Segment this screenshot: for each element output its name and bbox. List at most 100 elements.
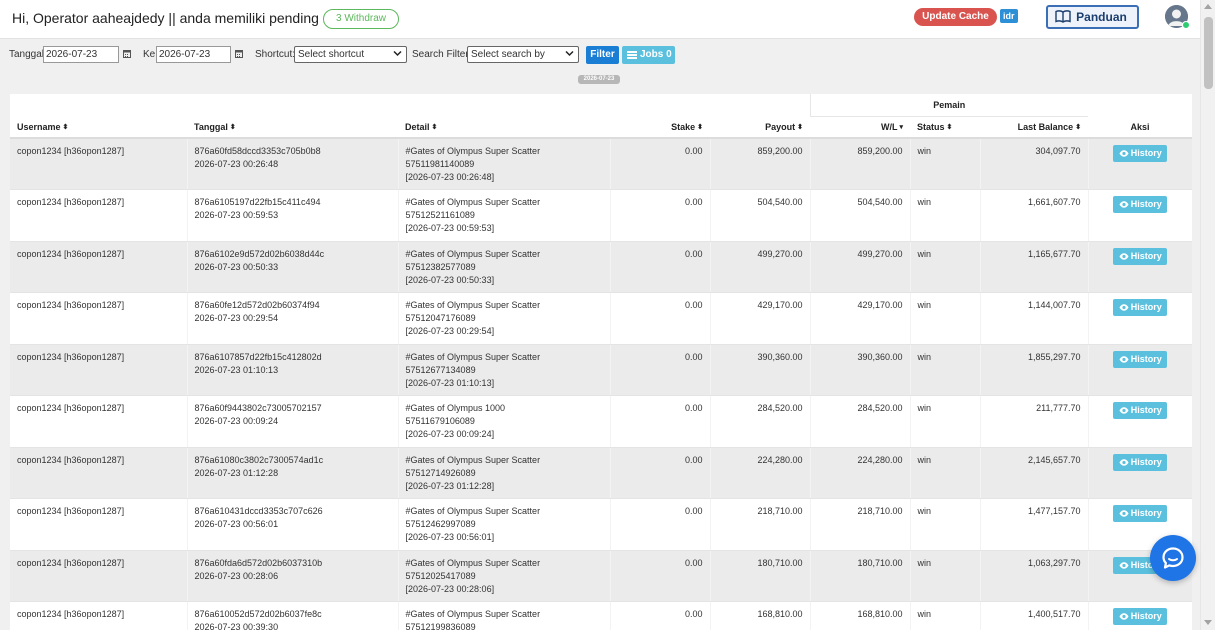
transaction-time: 2026-07-23 00:59:53 xyxy=(194,210,279,221)
search-filter-select[interactable]: Select search by xyxy=(467,46,579,63)
cell-username: copon1234 [h36opon1287] xyxy=(10,241,187,293)
pending-withdraw-button[interactable]: 3 Withdraw xyxy=(323,9,400,29)
transaction-id: 876a60fda6d572d02b6037310b xyxy=(194,557,323,568)
cell-payout: 180,710.00 xyxy=(709,550,811,602)
search-filter-label: Search Filter: xyxy=(412,49,472,60)
cell-tanggal: 876a6102e9d572d02b6038d44c 2026-07-23 00:… xyxy=(186,241,398,293)
col-payout[interactable]: Payout ⬍ xyxy=(710,116,811,139)
history-button[interactable]: History xyxy=(1113,505,1168,522)
cell-last-balance: 1,477,157.70 xyxy=(979,498,1089,551)
game-name: #Gates of Olympus Super Scatter xyxy=(405,197,541,207)
game-name: #Gates of Olympus 1000 xyxy=(405,403,506,413)
col-detail[interactable]: Detail ⬍ xyxy=(398,116,610,139)
chevron-down-icon xyxy=(393,50,402,57)
col-status[interactable]: Status ⬍ xyxy=(910,116,981,139)
chevron-down-icon xyxy=(565,50,574,57)
history-button[interactable]: History xyxy=(1113,350,1168,368)
round-id: 57512025417089 xyxy=(405,570,476,581)
table-row: copon1234 [h36opon1287] 876a6102e9d572d02… xyxy=(10,241,1192,293)
sort-icon: ⬍ xyxy=(1075,123,1082,131)
scroll-thumb[interactable] xyxy=(1204,17,1213,89)
table-row: copon1234 [h36opon1287] 876a60fe12d572d02… xyxy=(10,292,1192,345)
cell-username: copon1234 [h36opon1287] xyxy=(10,344,187,396)
table-row: copon1234 [h36opon1287] 876a6105197d22fb1… xyxy=(10,189,1192,242)
cell-detail: #Gates of Olympus Super Scatter 575127149… xyxy=(397,447,610,499)
scroll-up-arrow[interactable] xyxy=(1204,4,1212,9)
round-time: [2026-07-23 01:12:28] xyxy=(405,480,495,491)
cell-status: win xyxy=(909,395,981,448)
cell-last-balance: 1,400,517.70 xyxy=(979,601,1089,630)
history-button[interactable]: History xyxy=(1113,453,1168,471)
round-time: [2026-07-23 00:28:06] xyxy=(405,583,495,594)
tanggal-label: Tanggal xyxy=(9,49,45,60)
cell-status: win xyxy=(909,138,981,190)
col-tanggal[interactable]: Tanggal ⬍ xyxy=(187,116,398,139)
cell-aksi: History xyxy=(1087,447,1192,499)
cell-last-balance: 304,097.70 xyxy=(979,138,1089,190)
game-name: #Gates of Olympus Super Scatter xyxy=(405,609,541,619)
cell-payout: 284,520.00 xyxy=(709,395,811,448)
history-button[interactable]: History xyxy=(1113,299,1168,316)
cell-last-balance: 1,165,677.70 xyxy=(979,241,1089,293)
col-aksi: Aksi xyxy=(1088,116,1192,139)
chat-button[interactable] xyxy=(1150,535,1196,581)
calendar-icon[interactable] xyxy=(123,49,131,58)
cell-wl: 168,810.00 xyxy=(809,601,911,630)
cell-tanggal: 876a610052d572d02b6037fe8c 2026-07-23 00:… xyxy=(186,601,398,630)
col-last-balance[interactable]: Last Balance ⬍ xyxy=(980,116,1089,139)
cell-stake: 0.00 xyxy=(609,189,710,242)
cell-wl: 504,540.00 xyxy=(809,189,911,242)
page-scrollbar[interactable] xyxy=(1200,0,1215,630)
update-cache-button[interactable]: Update Cache xyxy=(914,8,997,26)
online-status-dot xyxy=(1182,21,1190,29)
cell-payout: 429,170.00 xyxy=(709,292,811,345)
filter-button[interactable]: Filter xyxy=(586,46,619,64)
col-username[interactable]: Username ⬍ xyxy=(10,116,187,139)
cell-payout: 859,200.00 xyxy=(709,138,811,190)
cell-last-balance: 1,855,297.70 xyxy=(979,344,1089,396)
pemain-group-header: Pemain xyxy=(809,94,1089,117)
cell-aksi: History xyxy=(1087,601,1192,630)
search-filter-selected: Select search by xyxy=(471,49,545,60)
col-wl[interactable]: W/L ▾ xyxy=(810,116,911,139)
jobs-button[interactable]: Jobs 0 xyxy=(622,46,675,64)
transactions-panel: Pemain Username ⬍ Tanggal ⬍ Detail ⬍ Stake ⬍… xyxy=(10,94,1192,630)
history-label: History xyxy=(1130,250,1162,261)
history-button[interactable]: History xyxy=(1113,402,1168,419)
cell-tanggal: 876a61080c3802c7300574ad1c 2026-07-23 01:… xyxy=(186,447,398,499)
calendar-icon[interactable] xyxy=(235,49,243,58)
start-date-input[interactable]: 2026-07-23 xyxy=(43,46,119,63)
history-label: History xyxy=(1130,148,1162,158)
history-button[interactable]: History xyxy=(1113,145,1168,162)
operator-greeting: Hi, Operator aaheajdedy || anda memiliki… xyxy=(12,10,374,26)
cell-username: copon1234 [h36opon1287] xyxy=(10,550,187,602)
end-date-input[interactable]: 2026-07-23 xyxy=(156,46,231,63)
cell-detail: #Gates of Olympus Super Scatter 575125211… xyxy=(397,189,610,242)
cell-wl: 859,200.00 xyxy=(809,138,911,190)
history-button[interactable]: History xyxy=(1113,196,1168,213)
round-time: [2026-07-23 00:56:01] xyxy=(405,532,495,543)
cell-stake: 0.00 xyxy=(609,344,710,396)
cell-wl: 218,710.00 xyxy=(809,498,911,551)
panduan-button[interactable]: Panduan xyxy=(1046,5,1139,29)
eye-icon xyxy=(1119,355,1129,363)
game-name: #Gates of Olympus Super Scatter xyxy=(405,454,541,465)
col-stake[interactable]: Stake ⬍ xyxy=(610,116,710,139)
table-row: copon1234 [h36opon1287] 876a610431dccd335… xyxy=(10,498,1192,551)
book-icon xyxy=(1055,10,1071,23)
history-button[interactable]: History xyxy=(1113,247,1168,265)
table-row: copon1234 [h36opon1287] 876a60fda6d572d02… xyxy=(10,550,1192,602)
shortcut-select[interactable]: Select shortcut xyxy=(294,46,407,63)
filter-bar: Tanggal 2026-07-23 Ke 2026-07-23 Shortcu… xyxy=(0,44,1200,66)
game-name: #Gates of Olympus Super Scatter xyxy=(405,300,541,310)
transaction-time: 2026-07-23 00:09:24 xyxy=(194,416,279,427)
list-icon xyxy=(627,51,637,59)
table-row: copon1234 [h36opon1287] 876a61080c3802c73… xyxy=(10,447,1192,499)
scroll-down-arrow[interactable] xyxy=(1204,620,1212,625)
eye-icon xyxy=(1119,561,1129,569)
cell-aksi: History xyxy=(1087,344,1192,396)
eye-icon xyxy=(1119,150,1129,157)
cell-status: win xyxy=(909,601,981,630)
cell-status: win xyxy=(909,292,981,345)
history-button[interactable]: History xyxy=(1113,608,1168,625)
